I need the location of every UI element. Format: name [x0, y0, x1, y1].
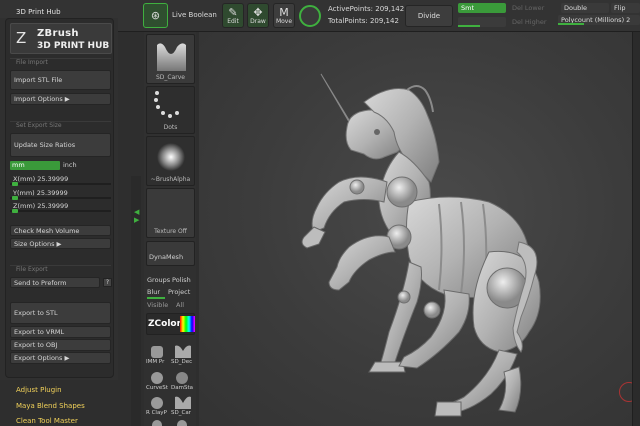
y-size-slider[interactable]: Y(mm) 25.39999 [10, 189, 111, 200]
edit-button[interactable]: ✎ Edit [222, 3, 244, 28]
del-lower-button[interactable]: Del Lower [509, 3, 559, 13]
tool-shelf: SD_Carve Dots ~BrushAlpha Texture Off Dy… [144, 32, 196, 426]
z-size-slider[interactable]: Z(mm) 25.39999 [10, 202, 111, 213]
brush-alpha-icon [157, 143, 185, 171]
active-points: ActivePoints: 209,142 [328, 5, 405, 13]
live-boolean-button[interactable]: ⊛ [143, 3, 168, 28]
sd-dec-brush-icon [175, 345, 191, 358]
live-boolean-label: Live Boolean [172, 11, 217, 19]
sd-carve-small-icon [175, 396, 191, 409]
right-tray-edge[interactable] [632, 32, 640, 426]
double-button[interactable]: Double [561, 3, 609, 13]
unit-inch-toggle[interactable]: inch [63, 161, 77, 170]
file-export-header: File Export [10, 265, 111, 273]
groups-toggle[interactable]: Groups [147, 276, 170, 284]
plugin-adjust[interactable]: Adjust Plugin [16, 386, 62, 394]
plugin-title: 3D Print Hub [16, 8, 61, 16]
polycount-slider[interactable]: Polycount (Millions) 2 [558, 15, 640, 25]
export-stl-button[interactable]: Export to STL [10, 302, 111, 324]
size-options-button[interactable]: Size Options ▶ [10, 238, 111, 249]
dots-stroke-icon [154, 91, 179, 118]
flip-button[interactable]: Flip [611, 3, 640, 13]
dynamesh-button[interactable]: DynaMesh [146, 241, 195, 266]
dam-standard-brush-icon [176, 372, 188, 384]
set-export-size-header: Set Export Size [10, 121, 111, 129]
visible-toggle[interactable]: Visible [147, 301, 168, 309]
color-picker-swatch[interactable] [180, 316, 195, 332]
check-mesh-volume-button[interactable]: Check Mesh Volume [10, 225, 111, 236]
export-vrml-button[interactable]: Export to VRML [10, 326, 111, 338]
unicorn-model[interactable] [199, 32, 632, 426]
brush-imm-primitives[interactable]: IMM Pr [146, 343, 170, 367]
polycount-slider-fill [558, 23, 584, 25]
export-obj-button[interactable]: Export to OBJ [10, 339, 111, 351]
tray-arrow-icon[interactable]: ◀ [134, 208, 139, 216]
zcolor-button[interactable]: ZColor [146, 313, 195, 335]
brush-row-partial[interactable] [146, 420, 195, 426]
project-toggle[interactable]: Project [168, 288, 190, 296]
brush-curve-strap[interactable]: CurveSt [146, 369, 170, 393]
import-stl-button[interactable]: Import STL File [10, 70, 111, 90]
blur-slider[interactable]: Blur [147, 288, 160, 296]
tray-arrow-icon-2[interactable]: ▶ [134, 216, 139, 224]
zbrush-logo-icon: Z [16, 29, 27, 47]
move-icon: M [279, 5, 289, 19]
x-size-slider[interactable]: X(mm) 25.39999 [10, 175, 111, 186]
imm-brush-icon [151, 346, 163, 358]
preform-help-button[interactable]: ? [103, 278, 112, 287]
curve-brush-icon [151, 372, 163, 384]
edit-icon: ✎ [228, 5, 238, 19]
update-size-ratios-button[interactable]: Update Size Ratios [10, 133, 111, 157]
points-icon [299, 5, 321, 27]
export-options-button[interactable]: Export Options ▶ [10, 352, 111, 364]
brush-alpha[interactable]: ~BrushAlpha [146, 136, 195, 186]
subdiv-slider-fill [458, 25, 480, 27]
import-options-button[interactable]: Import Options ▶ [10, 93, 111, 105]
send-to-preform-button[interactable]: Send to Preform [10, 277, 100, 288]
total-points: TotalPoints: 209,142 [328, 17, 399, 25]
plugin-maya-blend-shapes[interactable]: Maya Blend Shapes [16, 402, 85, 410]
all-toggle[interactable]: All [176, 301, 184, 309]
brush-sd-carve-small[interactable]: SD_Car [171, 394, 195, 418]
subdiv-slider[interactable] [458, 17, 506, 27]
file-import-header: File Import [10, 58, 111, 66]
brush-sd-dec[interactable]: SD_Dec [171, 343, 195, 367]
draw-button[interactable]: ✥ Draw [247, 3, 269, 28]
stroke-dots[interactable]: Dots [146, 86, 195, 134]
brush-clay-polish[interactable]: R ClayP [146, 394, 170, 418]
zbrush-window: 3D Print Hub ⊛ Live Boolean ✎ Edit ✥ Dra… [0, 0, 640, 426]
brush-sd-carve[interactable]: SD_Carve [146, 34, 195, 84]
polish-toggle[interactable]: Polish [172, 276, 191, 284]
smt-toggle[interactable]: Smt [458, 3, 506, 13]
blur-slider-fill [147, 297, 165, 299]
live-boolean-icon: ⊛ [150, 9, 161, 22]
zbrush-3d-print-hub-logo: Z ZBrush 3D PRINT HUB [10, 23, 112, 54]
del-higher-button[interactable]: Del Higher [509, 17, 559, 27]
clay-brush-icon [151, 397, 163, 409]
plugin-clean-tool-master[interactable]: Clean Tool Master [16, 417, 78, 425]
unit-mm-toggle[interactable]: mm [10, 161, 60, 170]
move-button[interactable]: M Move [273, 3, 295, 28]
divide-button[interactable]: Divide [405, 5, 453, 27]
draw-icon: ✥ [253, 5, 263, 19]
sd-carve-icon [157, 43, 186, 71]
texture-slot[interactable]: Texture Off [146, 188, 195, 238]
brush-dam-standard[interactable]: DamSta [171, 369, 195, 393]
canvas-viewport[interactable] [199, 32, 639, 426]
